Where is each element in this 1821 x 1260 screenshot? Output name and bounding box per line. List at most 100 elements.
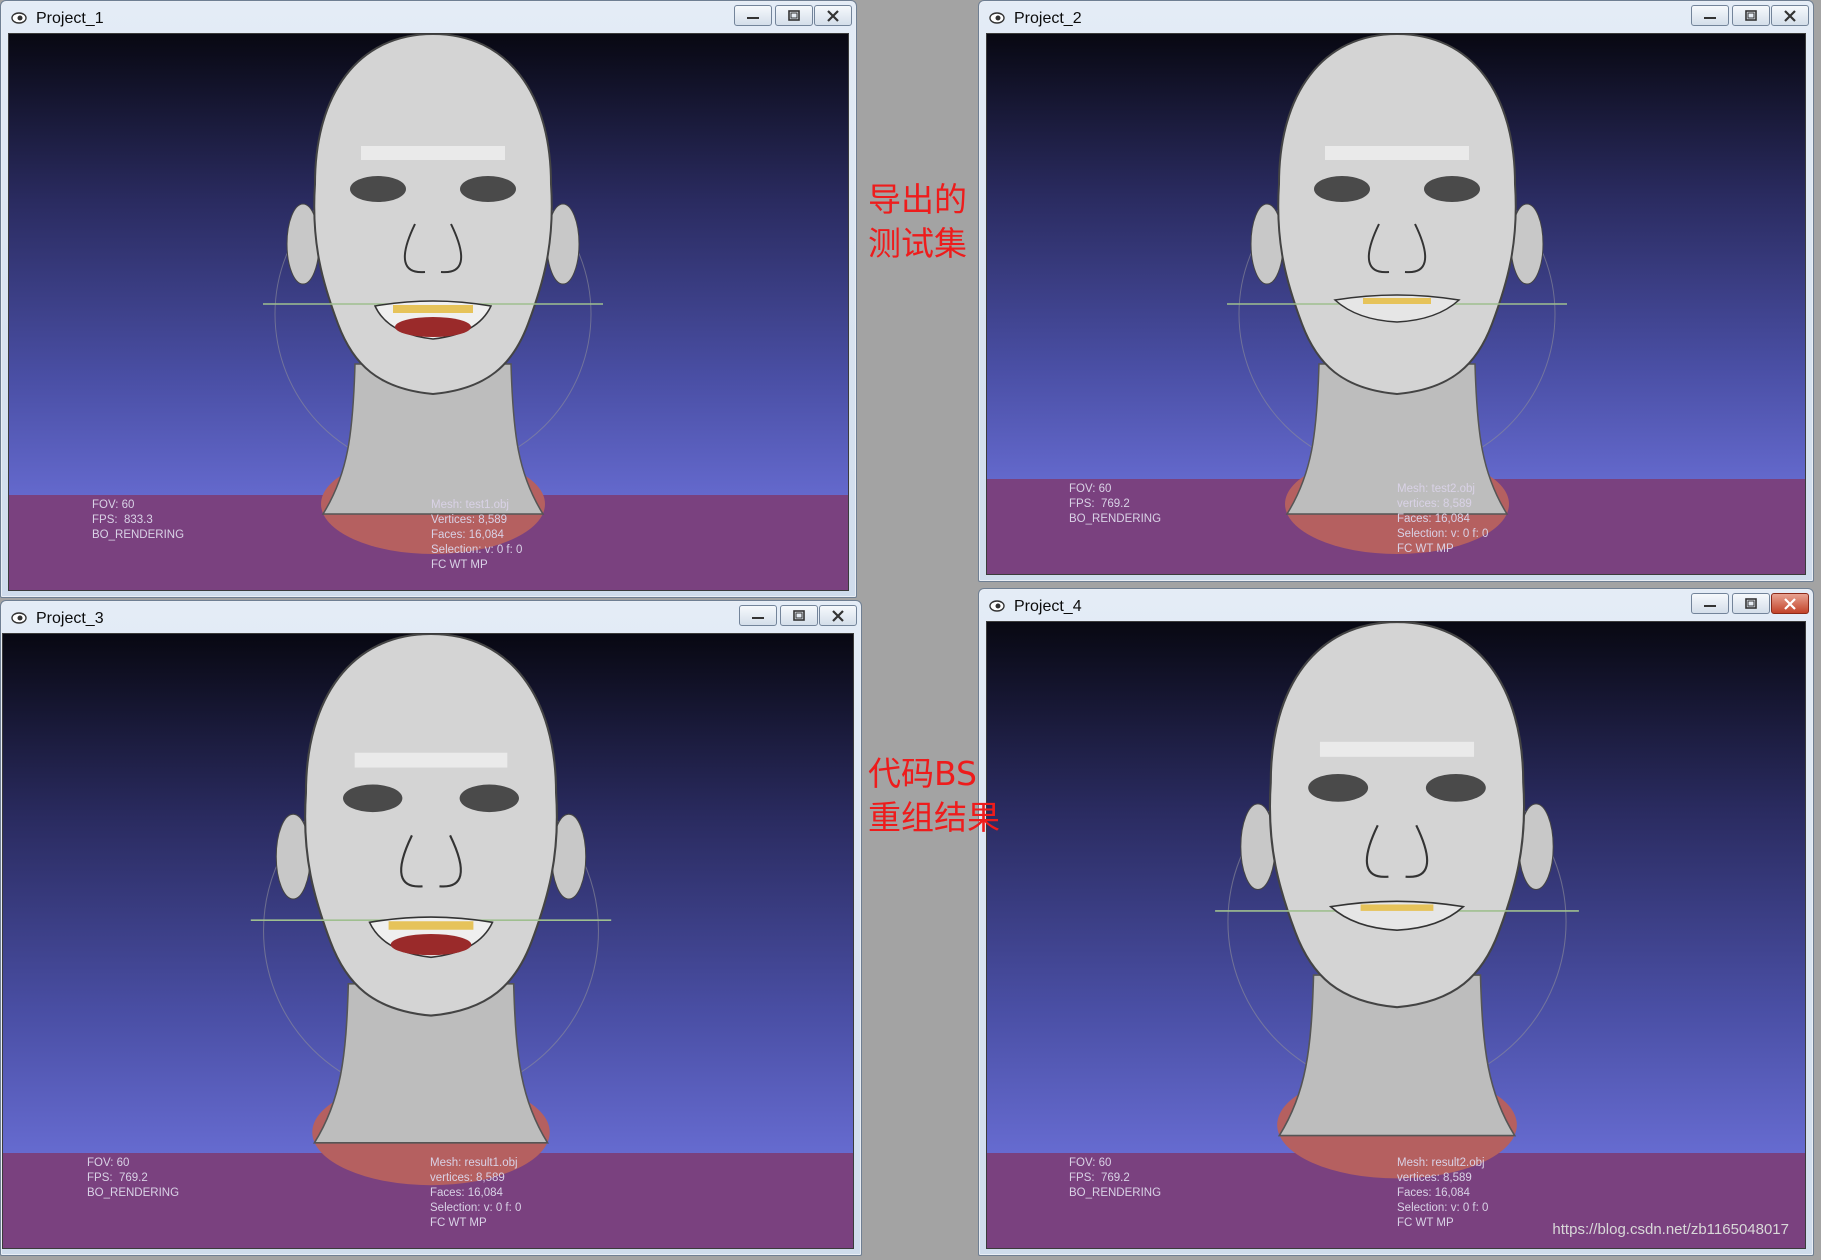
minimize-button[interactable] xyxy=(734,5,772,26)
hud-info-right: Mesh: test1.obj Vertices: 8,589 Faces: 16,… xyxy=(431,498,522,573)
head-surface xyxy=(313,34,553,396)
close-icon xyxy=(1784,9,1796,22)
hud-info-left: FOV: 60 FPS: 769.2 BO_RENDERING xyxy=(1069,1156,1161,1201)
annotation-line: 导出的 xyxy=(868,180,967,219)
left-eye xyxy=(1308,773,1369,802)
minimize-icon xyxy=(1704,604,1716,607)
hud-selection: Selection: v: 0 f: 0 xyxy=(430,1202,522,1214)
close-button[interactable] xyxy=(814,5,852,26)
maximize-button[interactable] xyxy=(780,605,818,626)
annotation-line: 重组结果 xyxy=(868,798,1000,837)
eye-icon xyxy=(989,12,1005,24)
hud-flags: FC WT MP xyxy=(431,559,488,571)
maximize-button[interactable] xyxy=(1732,5,1770,26)
close-button[interactable] xyxy=(819,605,857,626)
hud-faces: Faces: 16,084 xyxy=(431,529,504,541)
3d-viewport[interactable]: FOV: 60 FPS: 769.2 BO_RENDERING Mesh: test… xyxy=(986,33,1806,575)
head-surface xyxy=(1268,622,1526,1009)
head-surface xyxy=(304,634,558,1017)
3d-viewport[interactable]: FOV: 60 FPS: 769.2 BO_RENDERING Mesh: resu… xyxy=(986,621,1806,1249)
close-icon xyxy=(832,609,844,622)
maximize-icon xyxy=(793,609,805,621)
annotation-test-set: 导出的 测试集 xyxy=(868,178,967,266)
teeth xyxy=(1360,904,1434,911)
right-eye xyxy=(1424,176,1480,202)
minimize-button[interactable] xyxy=(1691,5,1729,26)
teeth xyxy=(1363,298,1431,304)
hud-info-left: FOV: 60 FPS: 833.3 BO_RENDERING xyxy=(92,498,184,543)
project-window-1[interactable]: Project_1 FOV: 60 FPS: 833.3 BO_RENDERING … xyxy=(0,0,857,598)
hud-fps: FPS: 769.2 xyxy=(1069,498,1130,510)
maximize-icon xyxy=(788,9,800,21)
window-title: Project_4 xyxy=(1014,598,1082,615)
hud-fov: FOV: 60 xyxy=(87,1157,130,1169)
teeth xyxy=(393,305,473,313)
hud-render-mode: BO_RENDERING xyxy=(1069,1187,1162,1199)
hud-flags: FC WT MP xyxy=(430,1217,487,1229)
hud-mesh-name: Mesh: result1.obj xyxy=(430,1157,518,1169)
watermark-url: https://blog.csdn.net/zb1165048017 xyxy=(1552,1221,1789,1238)
left-eye xyxy=(1314,176,1370,202)
minimize-button[interactable] xyxy=(1691,593,1729,614)
title-bar[interactable]: Project_3 xyxy=(1,601,861,633)
eye-icon xyxy=(11,12,27,24)
hud-flags: FC WT MP xyxy=(1397,1217,1454,1229)
hud-faces: Faces: 16,084 xyxy=(430,1187,503,1199)
hud-faces: Faces: 16,084 xyxy=(1397,1187,1470,1199)
mouth-interior xyxy=(390,933,472,956)
project-window-2[interactable]: Project_2 FOV: 60 FPS: 769.2 BO_RENDERING … xyxy=(978,0,1814,582)
hud-vertices: vertices: 8,589 xyxy=(1397,498,1472,510)
minimize-button[interactable] xyxy=(739,605,777,626)
brow-band xyxy=(1319,741,1475,757)
annotation-line: 代码BS xyxy=(868,754,978,793)
hud-info-left: FOV: 60 FPS: 769.2 BO_RENDERING xyxy=(87,1156,179,1201)
hud-info-right: Mesh: result1.obj vertices: 8,589 Faces: 1… xyxy=(430,1156,521,1231)
window-title: Project_1 xyxy=(36,10,104,27)
annotation-line: 测试集 xyxy=(868,224,967,263)
hud-vertices: vertices: 8,589 xyxy=(430,1172,505,1184)
head-surface xyxy=(1277,34,1517,396)
eye-icon xyxy=(11,612,27,624)
title-bar[interactable]: Project_2 xyxy=(979,1,1813,33)
hud-info-right: Mesh: test2.obj vertices: 8,589 Faces: 16,… xyxy=(1397,482,1488,557)
hud-selection: Selection: v: 0 f: 0 xyxy=(1397,528,1489,540)
hud-fps: FPS: 769.2 xyxy=(1069,1172,1130,1184)
hud-selection: Selection: v: 0 f: 0 xyxy=(431,544,523,556)
hud-info-right: Mesh: result2.obj vertices: 8,589 Faces: 1… xyxy=(1397,1156,1488,1231)
right-eye xyxy=(459,784,519,813)
project-window-3[interactable]: Project_3 FOV: 60 FPS: 769.2 BO_RENDERING … xyxy=(0,600,862,1256)
window-title: Project_2 xyxy=(1014,10,1082,27)
3d-viewport[interactable]: FOV: 60 FPS: 833.3 BO_RENDERING Mesh: test… xyxy=(8,33,849,591)
close-button[interactable] xyxy=(1771,593,1809,614)
minimize-icon xyxy=(1704,16,1716,19)
hud-vertices: vertices: 8,589 xyxy=(1397,1172,1472,1184)
title-bar[interactable]: Project_4 xyxy=(979,589,1813,621)
hud-selection: Selection: v: 0 f: 0 xyxy=(1397,1202,1489,1214)
right-eye xyxy=(460,176,516,202)
hud-render-mode: BO_RENDERING xyxy=(87,1187,180,1199)
annotation-reconstruction: 代码BS 重组结果 xyxy=(868,752,1000,840)
hud-mesh-name: Mesh: test1.obj xyxy=(431,499,509,511)
hud-info-left: FOV: 60 FPS: 769.2 BO_RENDERING xyxy=(1069,482,1161,527)
maximize-button[interactable] xyxy=(775,5,813,26)
hud-mesh-name: Mesh: result2.obj xyxy=(1397,1157,1485,1169)
right-eye xyxy=(1425,773,1486,802)
hud-fps: FPS: 833.3 xyxy=(92,514,153,526)
mouth-interior xyxy=(395,317,471,337)
project-window-4[interactable]: Project_4 FOV: 60 FPS: 769.2 BO_RENDERING … xyxy=(978,588,1814,1256)
title-bar[interactable]: Project_1 xyxy=(1,1,856,33)
hud-fps: FPS: 769.2 xyxy=(87,1172,148,1184)
brow-band xyxy=(1325,146,1469,160)
3d-viewport[interactable]: FOV: 60 FPS: 769.2 BO_RENDERING Mesh: resu… xyxy=(2,633,854,1249)
eye-icon xyxy=(989,600,1005,612)
hud-fov: FOV: 60 xyxy=(1069,1157,1112,1169)
hud-faces: Faces: 16,084 xyxy=(1397,513,1470,525)
hud-flags: FC WT MP xyxy=(1397,543,1454,555)
close-button[interactable] xyxy=(1771,5,1809,26)
minimize-icon xyxy=(752,616,764,619)
hud-mesh-name: Mesh: test2.obj xyxy=(1397,483,1475,495)
minimize-icon xyxy=(747,16,759,19)
hud-fov: FOV: 60 xyxy=(1069,483,1112,495)
maximize-button[interactable] xyxy=(1732,593,1770,614)
hud-fov: FOV: 60 xyxy=(92,499,135,511)
